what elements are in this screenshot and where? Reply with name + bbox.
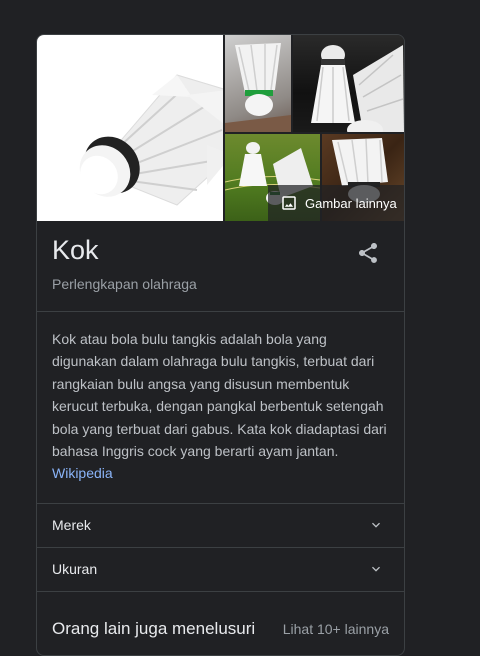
knowledge-panel: Gambar lainnya Kok Perlengkapan olahraga… [36,34,405,656]
shuttlecock-image [79,74,233,206]
accordion-ukuran[interactable]: Ukuran [37,548,404,592]
image-gallery: Gambar lainnya [37,35,404,221]
related-searches-title: Orang lain juga menelusuri [52,618,256,638]
panel-description: Kok atau bola bulu tangkis adalah bola y… [37,312,404,504]
related-searches-section: Orang lain juga menelusuri Lihat 10+ lai… [37,592,404,655]
more-images-label: Gambar lainnya [305,195,397,211]
more-images-button[interactable]: Gambar lainnya [268,185,404,221]
description-text: Kok atau bola bulu tangkis adalah bola y… [52,331,387,460]
share-button[interactable] [356,241,380,265]
gallery-main-image[interactable] [37,35,233,221]
gallery-thumbnail-2[interactable] [293,35,404,132]
see-more-link[interactable]: Lihat 10+ lainnya [283,621,389,637]
chevron-down-icon [372,522,380,528]
shuttlecock-thumbnail [311,45,404,132]
accordion-label: Merek [52,517,91,534]
panel-subtitle: Perlengkapan olahraga [52,276,197,292]
panel-header: Kok Perlengkapan olahraga [37,221,404,312]
chevron-down-icon [372,566,380,572]
accordion-label: Ukuran [52,561,98,578]
wikipedia-link[interactable]: Wikipedia [52,465,113,481]
image-icon [282,196,296,210]
shuttlecock-thumbnail [225,43,291,132]
gallery-thumbnail-1[interactable] [225,35,291,132]
accordion-merek[interactable]: Merek [37,504,404,548]
panel-title: Kok [52,235,99,265]
share-icon [359,243,377,263]
